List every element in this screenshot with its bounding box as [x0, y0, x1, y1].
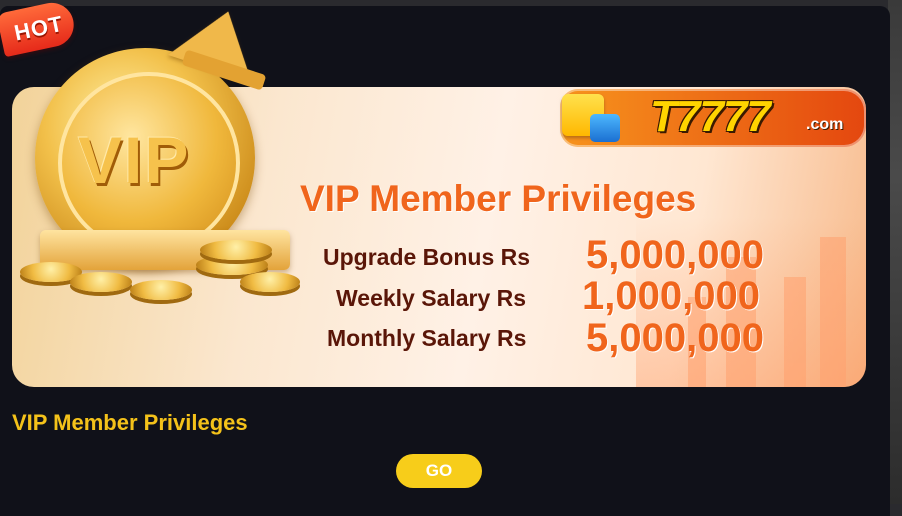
upgrade-bonus-label: Upgrade Bonus Rs: [323, 244, 531, 270]
banner-headline: VIP Member Privileges: [300, 178, 697, 219]
weekly-salary-label: Weekly Salary Rs: [336, 285, 527, 311]
gold-coin-icon: [240, 272, 300, 292]
brand-logo-text: T7777: [650, 92, 771, 141]
monthly-salary-value: 5,000,000: [586, 316, 764, 360]
brand-logo-suffix: .com: [806, 116, 844, 133]
hot-badge-label: HOT: [12, 10, 66, 46]
background-strip: [888, 0, 902, 504]
gold-coin-icon: [200, 240, 272, 260]
gold-coin-icon: [130, 280, 192, 300]
upgrade-bonus-value: 5,000,000: [586, 233, 764, 277]
gift-box-icon: [590, 114, 620, 142]
vip-coin-label: VIP: [78, 123, 191, 197]
weekly-salary-value: 1,000,000: [582, 274, 760, 318]
go-button[interactable]: GO: [396, 454, 482, 488]
gold-coin-icon: [70, 272, 132, 292]
monthly-salary-label: Monthly Salary Rs: [327, 325, 527, 351]
card-title: VIP Member Privileges: [12, 410, 248, 435]
